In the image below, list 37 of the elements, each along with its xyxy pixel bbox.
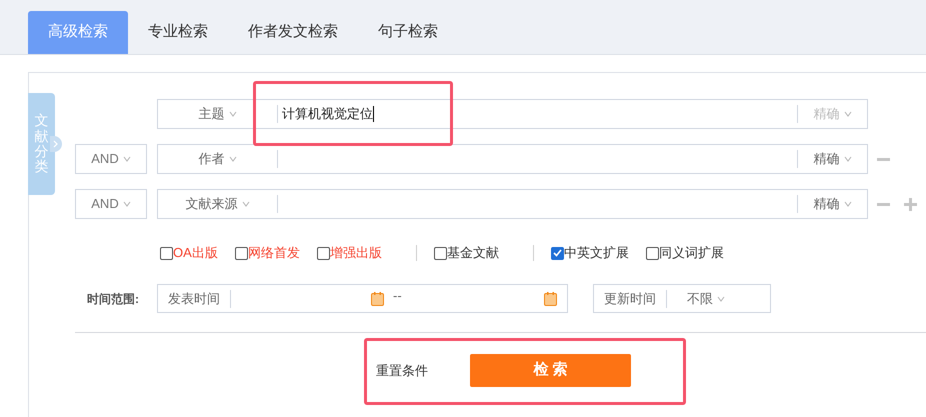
option-label: 同义词扩展 bbox=[658, 244, 724, 262]
calendar-icon[interactable] bbox=[371, 292, 384, 306]
option-label: OA出版 bbox=[173, 244, 218, 262]
option-label: 增强出版 bbox=[330, 244, 382, 262]
checkbox[interactable] bbox=[160, 246, 173, 260]
match-select[interactable]: 精确 bbox=[797, 195, 867, 213]
option-label: 网络首发 bbox=[248, 244, 300, 262]
caret-icon bbox=[242, 201, 250, 207]
date-range-field[interactable]: 发表时间 -- bbox=[157, 284, 568, 313]
field-label: 时间范围: bbox=[87, 290, 140, 308]
tab[interactable]: 作者发文检索 bbox=[228, 11, 358, 54]
tab[interactable]: 专业检索 bbox=[128, 11, 228, 54]
operator-select[interactable]: AND bbox=[75, 189, 147, 219]
caret-icon bbox=[122, 201, 131, 207]
caret-icon bbox=[717, 296, 725, 302]
search-field[interactable]: 主题 计算机视觉定位 精确 bbox=[157, 99, 868, 129]
calendar-icon[interactable] bbox=[544, 292, 557, 306]
caret-icon bbox=[844, 156, 852, 162]
update-time-select[interactable]: 更新时间 不限 bbox=[593, 284, 771, 313]
option-label: 基金文献 bbox=[446, 244, 499, 262]
option-label: 中英文扩展 bbox=[564, 244, 629, 262]
select-value: 不限 bbox=[687, 288, 725, 308]
caret-icon bbox=[228, 156, 236, 162]
search-field[interactable]: 作者 精确 bbox=[157, 144, 868, 174]
caret-icon bbox=[228, 111, 236, 117]
field-label: 发表时间 bbox=[158, 290, 231, 308]
operator-select[interactable]: AND bbox=[75, 144, 147, 174]
tab[interactable]: 句子检索 bbox=[358, 11, 458, 54]
caret-icon bbox=[122, 156, 131, 162]
reset-link[interactable]: 重置条件 bbox=[376, 361, 428, 380]
caret-icon bbox=[844, 201, 852, 207]
match-select[interactable]: 精确 bbox=[797, 150, 867, 168]
field-label: 更新时间 bbox=[594, 290, 667, 308]
search-field[interactable]: 文献来源 精确 bbox=[157, 189, 868, 219]
range-dash: -- bbox=[393, 286, 402, 305]
caret-icon bbox=[844, 111, 852, 117]
search-text: 计算机视觉定位 bbox=[282, 105, 373, 124]
